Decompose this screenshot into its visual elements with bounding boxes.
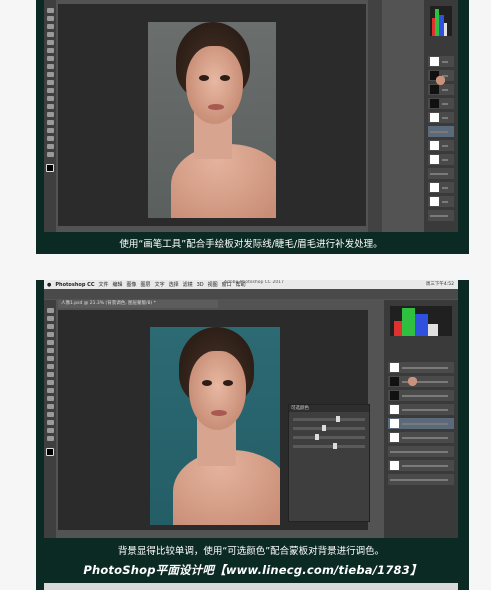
brand-text: PhotoShop平面设计吧【www.linecg.com/tieba/1783… [83,563,422,577]
layer-row[interactable] [428,56,454,67]
options-bar: Adobe Photoshop CC 2017 [44,280,458,299]
layers-panel [424,0,458,232]
brush-tool-icon [46,356,54,361]
caption-1: 使用“画笔工具”配合手绘板对发际线/睫毛/眉毛进行补发处理。 [44,234,458,252]
tools-panel [44,0,56,232]
menu-item[interactable]: 3D [197,282,204,288]
cyan-slider[interactable] [293,416,365,422]
menu-item[interactable]: 图像 [127,281,137,288]
menu-item[interactable]: 编辑 [113,281,123,288]
crop-tool-icon [46,332,54,337]
stamp-tool-icon [46,364,54,369]
layer-row[interactable] [428,112,454,123]
dialog-title: 可选颜色 [289,405,369,412]
eyedropper-tool-icon [46,40,54,45]
shape-tool-icon [46,136,54,141]
article-page: 使用“画笔工具”配合手绘板对发际线/睫毛/眉毛进行补发处理。 ● Photosh… [0,0,491,590]
dodge-tool-icon [46,104,54,109]
path-tool-icon [46,128,54,133]
lasso-tool-icon [46,24,54,29]
gradient-tool-icon [46,88,54,93]
document-canvas [58,4,366,226]
eraser-tool-icon [46,80,54,85]
layer-row[interactable] [428,140,454,151]
menu-item[interactable]: 图层 [141,281,151,288]
eraser-tool-icon [46,380,54,385]
gradient-tool-icon [46,388,54,393]
layer-row[interactable] [388,432,454,443]
marquee-tool-icon [46,16,54,21]
layer-row[interactable] [428,76,454,221]
history-brush-icon [46,72,54,77]
dodge-tool-icon [46,404,54,409]
magenta-slider[interactable] [293,425,365,431]
histogram [430,6,452,36]
layer-row[interactable] [388,390,454,401]
marquee-tool-icon [46,316,54,321]
path-tool-icon [46,428,54,433]
layers-panel [384,300,458,538]
pen-tool-icon [46,112,54,117]
histogram [390,306,452,336]
blur-tool-icon [46,96,54,101]
move-tool-icon [46,308,54,313]
layer-row[interactable] [388,362,454,373]
history-brush-icon [46,372,54,377]
panel-dock [368,0,382,232]
portrait-photo [150,327,280,525]
brush-tool-icon [46,56,54,61]
healing-tool-icon [46,348,54,353]
layer-row[interactable] [388,377,454,485]
healing-tool-icon [46,48,54,53]
type-tool-icon [46,420,54,425]
tools-panel [44,300,56,538]
layer-row[interactable] [428,196,454,207]
menu-item[interactable]: 滤镜 [183,281,193,288]
layer-row[interactable] [428,154,454,165]
layer-row[interactable] [428,84,454,95]
selective-color-properties: 可选颜色 [288,404,370,522]
layer-row[interactable] [428,182,454,193]
layer-row[interactable] [388,377,454,457]
document-tab[interactable]: 人像1.psd @ 21.3% (背景调色, 图层蒙版/8) * [58,300,218,308]
blur-tool-icon [46,396,54,401]
crop-tool-icon [46,32,54,37]
menu-item[interactable]: 文件 [99,281,109,288]
layer-row-selected[interactable] [428,76,454,137]
pen-tool-icon [46,412,54,417]
layer-row-selected[interactable] [388,418,454,429]
lasso-tool-icon [46,324,54,329]
layer-row[interactable] [428,76,454,179]
foreground-color-swatch [46,164,54,172]
system-clock: 周三下午4:52 [425,282,454,287]
brand-banner: PhotoShop平面设计吧【www.linecg.com/tieba/1783… [36,559,469,581]
menu-app-name[interactable]: Photoshop CC [55,282,94,288]
menu-item[interactable]: 视图 [208,281,218,288]
menu-item[interactable]: 选择 [169,281,179,288]
stamp-tool-icon [46,64,54,69]
next-screenshot-edge [44,583,458,590]
caption-2: 背景显得比较单调，使用“可选颜色”配合蒙板对背景进行调色。 [44,541,458,559]
window-title: Adobe Photoshop CC 2017 [224,280,284,285]
move-tool-icon [46,8,54,13]
photoshop-screenshot-2: ● Photoshop CC 文件 编辑 图像 图层 文字 选择 滤镜 3D 视… [44,280,458,538]
layer-row[interactable] [388,460,454,471]
portrait-photo [148,22,276,218]
menu-item[interactable]: 文字 [155,281,165,288]
apple-icon[interactable]: ● [47,282,51,288]
layer-row[interactable] [428,98,454,109]
zoom-tool-icon [46,152,54,157]
hand-tool-icon [46,144,54,149]
yellow-slider[interactable] [293,434,365,440]
hand-tool-icon [46,436,54,441]
black-slider[interactable] [293,443,365,449]
photoshop-screenshot-1 [44,0,458,232]
layer-row[interactable] [388,376,454,387]
foreground-color-swatch [46,448,54,456]
eyedropper-tool-icon [46,340,54,345]
layer-row[interactable] [388,404,454,415]
type-tool-icon [46,120,54,125]
